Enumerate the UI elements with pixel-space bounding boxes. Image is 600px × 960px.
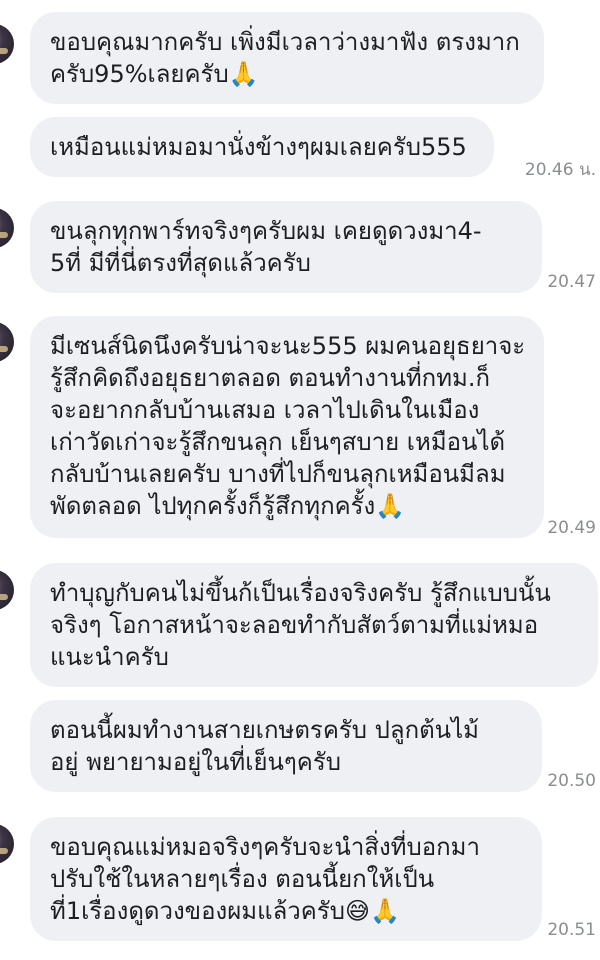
- message-text-line: ทำบุญกับคนไม่ขึ้นก้เป็นเรื่องจริงครับ รู…: [50, 579, 551, 607]
- message-text-line: ขอบคุณแม่หมอจริงๆครับจะนำสิ่งที่บอกมา: [50, 833, 480, 861]
- sender-avatar[interactable]: [0, 24, 14, 64]
- message-text-line: รู้สึกคิดถึงอยุธยาตลอด ตอนทำงานที่กทม.ก็: [50, 364, 491, 392]
- message-text-line: กลับบ้านเลยครับ บางที่ไปก็ขนลุกเหมือนมีล…: [50, 460, 506, 488]
- message-text-line: ตอนนี้ผมทำงานสายเกษตรครับ ปลูกต้นไม้: [50, 716, 479, 744]
- message-text-line: ที่1เรื่องดูดวงของผมแล้วครับ😅🙏: [50, 897, 400, 925]
- message-text-line: เหมือนแม่หมอมานั่งข้างๆผมเลยครับ555: [50, 133, 467, 161]
- message-bubble[interactable]: ขอบคุณมากครับ เพิ่งมีเวลาว่างมาฟัง ตรงมา…: [30, 12, 544, 104]
- message-text-line: ครับ95%เลยครับ🙏: [50, 60, 259, 88]
- message-timestamp: 20.47: [547, 272, 596, 292]
- sender-avatar[interactable]: [0, 570, 14, 610]
- sender-avatar[interactable]: [0, 824, 14, 864]
- message-timestamp: 20.50: [547, 771, 596, 791]
- message-text-line: จะอยากกลับบ้านเสมอ เวลาไปเดินในเมือง: [50, 396, 480, 424]
- message-text-line: เก่าวัดเก่าจะรู้สึกขนลุก เย็นๆสบาย เหมือ…: [50, 428, 506, 456]
- message-text-line: 5ที่ มีที่นี่ตรงที่สุดแล้วครับ: [50, 249, 311, 277]
- message-text-line: ขอบคุณมากครับ เพิ่งมีเวลาว่างมาฟัง ตรงมา…: [50, 28, 520, 56]
- message-bubble[interactable]: เหมือนแม่หมอมานั่งข้างๆผมเลยครับ555: [30, 117, 494, 177]
- message-text-line: จริงๆ โอกาสหน้าจะลอขทำกับสัตว์ตามที่แม่ห…: [50, 611, 539, 639]
- message-bubble[interactable]: ขนลุกทุกพาร์ทจริงๆครับผม เคยดูดวงมา4- 5ท…: [30, 201, 542, 293]
- message-bubble[interactable]: ทำบุญกับคนไม่ขึ้นก้เป็นเรื่องจริงครับ รู…: [30, 563, 598, 687]
- message-timestamp: 20.49: [547, 518, 596, 538]
- message-text-line: อยู่ พยายามอยู่ในที่เย็นๆครับ: [50, 748, 341, 776]
- message-text-line: ปรับใช้ในหลายๆเรื่อง ตอนนี้ยกให้เป็น: [50, 865, 435, 893]
- message-bubble[interactable]: ขอบคุณแม่หมอจริงๆครับจะนำสิ่งที่บอกมา ปร…: [30, 817, 542, 941]
- sender-avatar[interactable]: [0, 208, 14, 248]
- message-text-line: ขนลุกทุกพาร์ทจริงๆครับผม เคยดูดวงมา4-: [50, 217, 482, 245]
- message-text-line: แนะนำครับ: [50, 643, 169, 671]
- message-text-line: พัดตลอด ไปทุกครั้งก็รู้สึกทุกครั้ง🙏: [50, 492, 406, 520]
- message-text-line: มีเซนส์นิดนึงครับน่าจะนะ555 ผมคนอยุธยาจะ: [50, 332, 526, 360]
- message-bubble[interactable]: ตอนนี้ผมทำงานสายเกษตรครับ ปลูกต้นไม้ อยู…: [30, 700, 542, 792]
- message-bubble[interactable]: มีเซนส์นิดนึงครับน่าจะนะ555 ผมคนอยุธยาจะ…: [30, 316, 544, 538]
- message-timestamp: 20.51: [547, 920, 596, 940]
- sender-avatar[interactable]: [0, 322, 14, 362]
- message-timestamp: 20.46 น.: [524, 160, 596, 180]
